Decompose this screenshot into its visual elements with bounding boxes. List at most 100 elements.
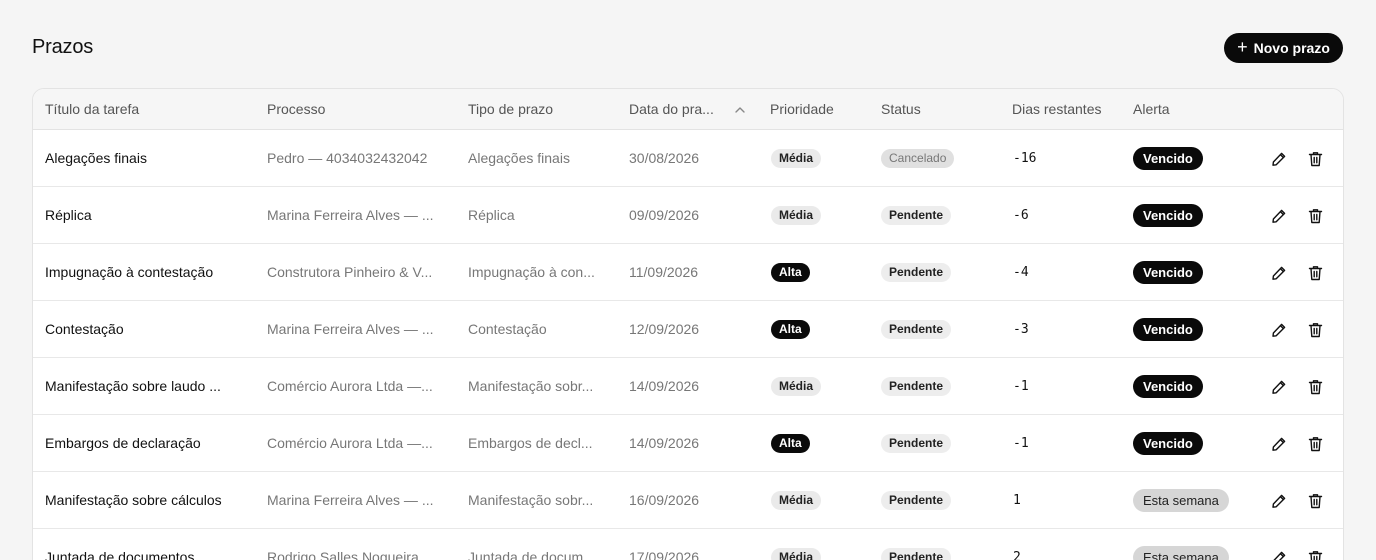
trash-icon[interactable] (1303, 244, 1327, 301)
row-deadline-type: Manifestação sobr... (468, 378, 594, 394)
chevron-up-icon[interactable] (735, 89, 745, 130)
status-badge: Cancelado (881, 149, 955, 168)
trash-icon[interactable] (1303, 358, 1327, 415)
row-process: Construtora Pinheiro & V... (267, 264, 433, 280)
alert-badge: Vencido (1133, 318, 1203, 341)
status-badge: Pendente (881, 263, 952, 282)
row-date: 14/09/2026 (629, 435, 700, 451)
trash-icon[interactable] (1303, 415, 1327, 472)
status-badge: Pendente (881, 491, 952, 510)
row-process: Marina Ferreira Alves — ... (267, 492, 434, 508)
row-process: Comércio Aurora Ltda —... (267, 435, 433, 451)
alert-badge: Vencido (1133, 204, 1203, 227)
alert-badge: Vencido (1133, 261, 1203, 284)
row-days-left: -1 (1013, 436, 1029, 451)
trash-icon[interactable] (1303, 472, 1327, 529)
row-deadline-type: Embargos de decl... (468, 435, 593, 451)
priority-badge: Alta (771, 263, 810, 282)
status-badge: Pendente (881, 320, 952, 339)
table-row[interactable]: Contestação Marina Ferreira Alves — ... Co… (33, 301, 1343, 358)
row-date: 17/09/2026 (629, 549, 700, 560)
row-title: Alegações finais (45, 150, 147, 166)
alert-badge: Esta semana (1133, 546, 1229, 560)
priority-badge: Média (771, 206, 822, 225)
pencil-icon[interactable] (1267, 529, 1291, 560)
row-title: Manifestação sobre cálculos (45, 492, 222, 508)
priority-badge: Alta (771, 434, 810, 453)
row-days-left: 1 (1013, 493, 1021, 508)
table-row[interactable]: Alegações finais Pedro — 4034032432042 Ale… (33, 130, 1343, 187)
priority-badge: Média (771, 548, 822, 560)
column-header-process[interactable]: Processo (267, 89, 325, 130)
row-title: Impugnação à contestação (45, 264, 214, 280)
trash-icon[interactable] (1303, 529, 1327, 560)
table-header: Título da tarefa Processo Tipo de prazo … (33, 89, 1343, 130)
row-days-left: -16 (1013, 151, 1037, 166)
pencil-icon[interactable] (1267, 130, 1291, 187)
row-date: 11/09/2026 (629, 264, 699, 280)
table-row[interactable]: Manifestação sobre cálculos Marina Ferrei… (33, 472, 1343, 529)
row-title: Manifestação sobre laudo ... (45, 378, 221, 394)
row-date: 16/09/2026 (629, 492, 700, 508)
pencil-icon[interactable] (1267, 358, 1291, 415)
new-deadline-label: Novo prazo (1253, 40, 1330, 56)
row-days-left: -1 (1013, 379, 1029, 394)
row-title: Réplica (45, 207, 92, 223)
alert-badge: Vencido (1133, 432, 1203, 455)
status-badge: Pendente (881, 434, 952, 453)
table-row[interactable]: Manifestação sobre laudo ... Comércio Aur… (33, 358, 1343, 415)
row-process: Pedro — 4034032432042 (267, 150, 428, 166)
table-body: Alegações finais Pedro — 4034032432042 Ale… (33, 130, 1343, 560)
pencil-icon[interactable] (1267, 244, 1291, 301)
pencil-icon[interactable] (1267, 301, 1291, 358)
row-deadline-type: Manifestação sobr... (468, 492, 594, 508)
column-header-title[interactable]: Título da tarefa (45, 89, 139, 130)
row-date: 09/09/2026 (629, 207, 700, 223)
table-row[interactable]: Embargos de declaração Comércio Aurora Lt… (33, 415, 1343, 472)
column-header-priority[interactable]: Prioridade (770, 89, 834, 130)
priority-badge: Média (771, 149, 822, 168)
column-header-status[interactable]: Status (881, 89, 921, 130)
deadlines-table: Título da tarefa Processo Tipo de prazo … (32, 88, 1344, 560)
status-badge: Pendente (881, 206, 952, 225)
table-row[interactable]: Réplica Marina Ferreira Alves — ... Réplic… (33, 187, 1343, 244)
row-days-left: -4 (1013, 265, 1029, 280)
row-date: 14/09/2026 (629, 378, 700, 394)
trash-icon[interactable] (1303, 187, 1327, 244)
alert-badge: Vencido (1133, 375, 1203, 398)
trash-icon[interactable] (1303, 301, 1327, 358)
row-deadline-type: Réplica (468, 207, 515, 223)
status-badge: Pendente (881, 548, 952, 560)
row-process: Marina Ferreira Alves — ... (267, 207, 434, 223)
row-days-left: 2 (1013, 550, 1021, 560)
row-deadline-type: Juntada de docum... (468, 549, 595, 560)
row-deadline-type: Impugnação à con... (468, 264, 595, 280)
row-title: Embargos de declaração (45, 435, 201, 451)
pencil-icon[interactable] (1267, 472, 1291, 529)
priority-badge: Alta (771, 320, 810, 339)
trash-icon[interactable] (1303, 130, 1327, 187)
plus-icon: + (1237, 37, 1248, 57)
row-days-left: -3 (1013, 322, 1029, 337)
alert-badge: Vencido (1133, 147, 1203, 170)
pencil-icon[interactable] (1267, 187, 1291, 244)
column-header-date[interactable]: Data do pra... (629, 89, 714, 130)
row-deadline-type: Alegações finais (468, 150, 570, 166)
row-title: Juntada de documentos (45, 549, 195, 560)
status-badge: Pendente (881, 377, 952, 396)
column-header-alert[interactable]: Alerta (1133, 89, 1170, 130)
row-title: Contestação (45, 321, 124, 337)
priority-badge: Média (771, 491, 822, 510)
priority-badge: Média (771, 377, 822, 396)
pencil-icon[interactable] (1267, 415, 1291, 472)
page-title: Prazos (32, 36, 94, 58)
table-row[interactable]: Impugnação à contestação Construtora Pinh… (33, 244, 1343, 301)
table-row[interactable]: Juntada de documentos Rodrigo Salles Nogu… (33, 529, 1343, 560)
row-days-left: -6 (1013, 208, 1029, 223)
column-header-deadline-type[interactable]: Tipo de prazo (468, 89, 553, 130)
row-date: 30/08/2026 (629, 150, 700, 166)
new-deadline-button[interactable]: + Novo prazo (1224, 33, 1343, 63)
row-deadline-type: Contestação (468, 321, 547, 337)
alert-badge: Esta semana (1133, 489, 1229, 512)
column-header-days-left[interactable]: Dias restantes (1012, 89, 1101, 130)
